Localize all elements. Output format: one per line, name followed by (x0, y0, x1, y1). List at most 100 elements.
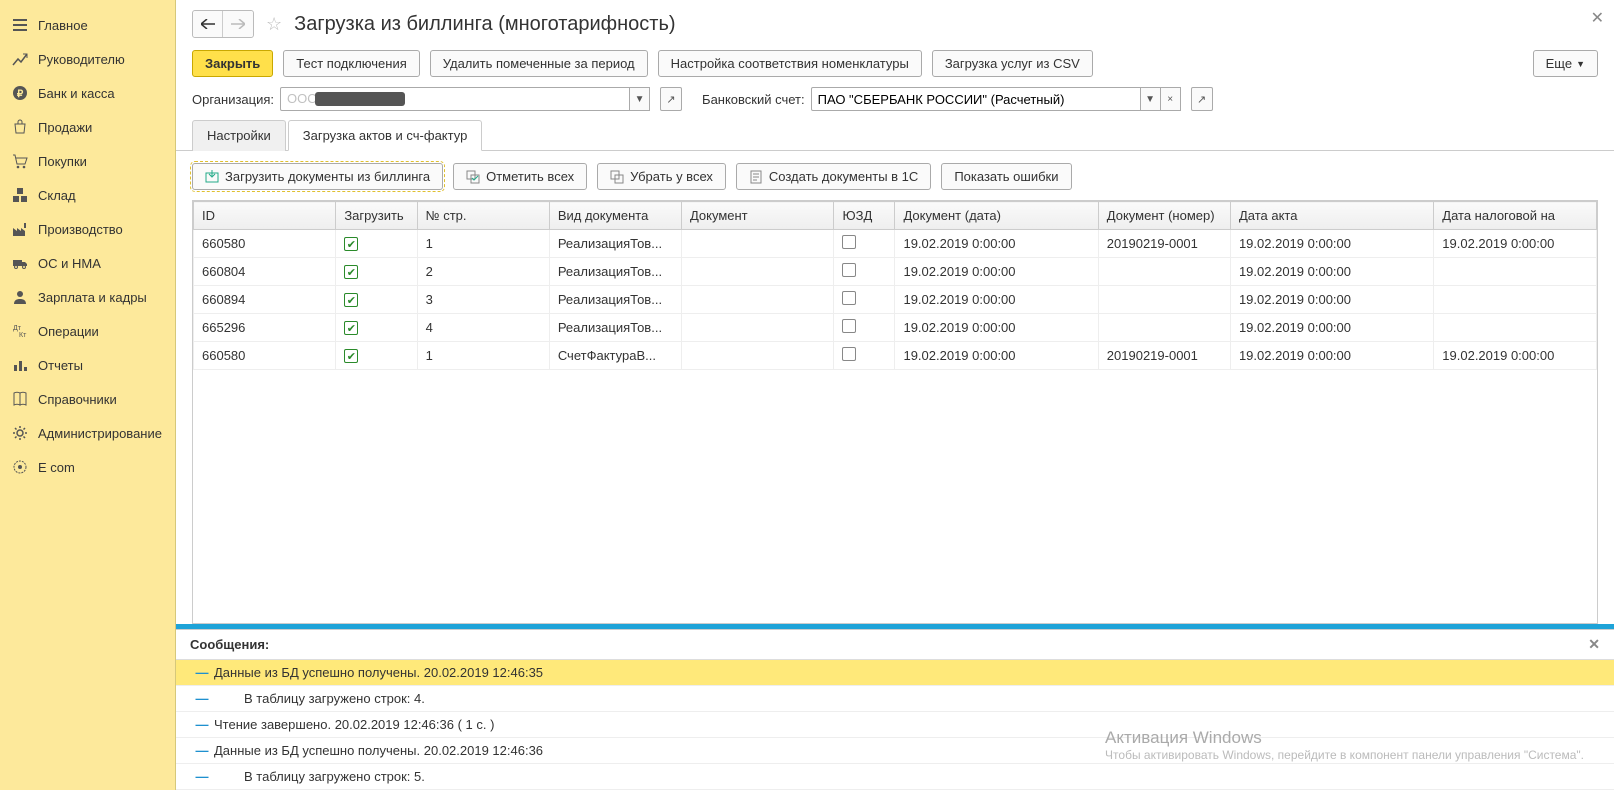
bank-input[interactable] (811, 87, 1141, 111)
load-csv-button[interactable]: Загрузка услуг из CSV (932, 50, 1093, 77)
messages-close-icon[interactable]: ✕ (1588, 636, 1600, 653)
bank-dropdown-button[interactable]: ▼ (1141, 87, 1161, 111)
column-header[interactable]: ID (194, 202, 336, 230)
tab-content: Загрузить документы из биллинга Отметить… (176, 151, 1614, 624)
sidebar-item-7[interactable]: ОС и НМА (0, 246, 175, 280)
message-row[interactable]: —В таблицу загружено строк: 4. (176, 686, 1614, 712)
data-grid[interactable]: IDЗагрузить№ стр.Вид документаДокументЮЗ… (192, 200, 1598, 624)
favorite-star-icon[interactable]: ☆ (266, 14, 282, 35)
uzd-checkbox[interactable] (842, 347, 856, 361)
nav-forward-button[interactable] (223, 11, 253, 37)
svg-text:Кт: Кт (19, 332, 27, 339)
sidebar-item-label: Зарплата и кадры (38, 290, 147, 305)
factory-icon (12, 221, 28, 237)
bank-label: Банковский счет: (702, 92, 805, 107)
load-checkbox[interactable] (344, 321, 358, 335)
column-header[interactable]: Документ (дата) (895, 202, 1098, 230)
sidebar-item-2[interactable]: ₽ Банк и касса (0, 76, 175, 110)
truck-icon (12, 255, 28, 271)
page-title: Загрузка из биллинга (многотарифность) (294, 13, 675, 36)
column-header[interactable]: Документ (номер) (1098, 202, 1230, 230)
load-checkbox[interactable] (344, 237, 358, 251)
svg-text:₽: ₽ (17, 89, 24, 100)
close-icon[interactable]: ✕ (1591, 8, 1604, 28)
message-text: Данные из БД успешно получены. 20.02.201… (214, 665, 543, 680)
check-all-icon (466, 170, 480, 184)
sidebar-item-9[interactable]: ДтКтОперации (0, 314, 175, 348)
menu-icon (12, 17, 28, 33)
book-icon (12, 391, 28, 407)
column-header[interactable]: Документ (681, 202, 834, 230)
sidebar-item-0[interactable]: Главное (0, 8, 175, 42)
sidebar-item-12[interactable]: Администрирование (0, 416, 175, 450)
sidebar-item-13[interactable]: E com (0, 450, 175, 484)
more-button[interactable]: Еще ▼ (1533, 50, 1598, 77)
delete-marked-button[interactable]: Удалить помеченные за период (430, 50, 648, 77)
message-bullet-icon: — (190, 769, 214, 784)
ecom-icon (12, 459, 28, 475)
sidebar-item-3[interactable]: Продажи (0, 110, 175, 144)
sidebar: ГлавноеРуководителю₽Банк и кассаПродажиП… (0, 0, 176, 790)
message-row[interactable]: —Данные из БД успешно получены. 20.02.20… (176, 738, 1614, 764)
load-from-billing-button[interactable]: Загрузить документы из биллинга (192, 163, 443, 190)
table-row[interactable]: 6605801СчетФактураВ...19.02.2019 0:00:00… (194, 342, 1597, 370)
message-bullet-icon: — (190, 691, 214, 706)
cart-icon (12, 153, 28, 169)
column-header[interactable]: Дата акта (1230, 202, 1433, 230)
nav-back-button[interactable] (193, 11, 223, 37)
sidebar-item-label: E com (38, 460, 75, 475)
tabs: Настройки Загрузка актов и сч-фактур (176, 119, 1614, 151)
tab-settings[interactable]: Настройки (192, 120, 286, 151)
column-header[interactable]: Загрузить (336, 202, 417, 230)
sidebar-item-11[interactable]: Справочники (0, 382, 175, 416)
uncheck-all-button[interactable]: Убрать у всех (597, 163, 726, 190)
table-row[interactable]: 6608042РеализацияТов...19.02.2019 0:00:0… (194, 258, 1597, 286)
bank-combo: ▼ × (811, 87, 1181, 111)
uzd-checkbox[interactable] (842, 263, 856, 277)
message-row[interactable]: —В таблицу загружено строк: 5. (176, 764, 1614, 790)
create-docs-button[interactable]: Создать документы в 1С (736, 163, 931, 190)
close-button[interactable]: Закрыть (192, 50, 273, 77)
check-all-button[interactable]: Отметить всех (453, 163, 587, 190)
sidebar-item-5[interactable]: Склад (0, 178, 175, 212)
org-open-button[interactable]: ↗ (660, 87, 682, 111)
sidebar-item-1[interactable]: Руководителю (0, 42, 175, 76)
column-header[interactable]: Дата налоговой на (1434, 202, 1597, 230)
messages-list[interactable]: —Данные из БД успешно получены. 20.02.20… (176, 659, 1614, 790)
org-input[interactable]: ООО (280, 87, 630, 111)
table-row[interactable]: 6652964РеализацияТов...19.02.2019 0:00:0… (194, 314, 1597, 342)
table-row[interactable]: 6605801РеализацияТов...19.02.2019 0:00:0… (194, 230, 1597, 258)
load-checkbox[interactable] (344, 349, 358, 363)
sidebar-item-6[interactable]: Производство (0, 212, 175, 246)
column-header[interactable]: ЮЗД (834, 202, 895, 230)
form-row: Организация: ООО ▼ ↗ Банковский счет: ▼ … (176, 87, 1614, 119)
message-row[interactable]: —Данные из БД успешно получены. 20.02.20… (176, 660, 1614, 686)
mapping-settings-button[interactable]: Настройка соответствия номенклатуры (658, 50, 922, 77)
tab-load[interactable]: Загрузка актов и сч-фактур (288, 120, 483, 151)
sidebar-item-10[interactable]: Отчеты (0, 348, 175, 382)
bank-clear-button[interactable]: × (1161, 87, 1181, 111)
uzd-checkbox[interactable] (842, 235, 856, 249)
table-row[interactable]: 6608943РеализацияТов...19.02.2019 0:00:0… (194, 286, 1597, 314)
dtkt-icon: ДтКт (12, 323, 28, 339)
uncheck-all-icon (610, 170, 624, 184)
sidebar-item-label: Банк и касса (38, 86, 115, 101)
nav-buttons (192, 10, 254, 38)
bag-icon (12, 119, 28, 135)
uzd-checkbox[interactable] (842, 291, 856, 305)
column-header[interactable]: Вид документа (549, 202, 681, 230)
load-checkbox[interactable] (344, 293, 358, 307)
column-header[interactable]: № стр. (417, 202, 549, 230)
bank-open-button[interactable]: ↗ (1191, 87, 1213, 111)
test-connection-button[interactable]: Тест подключения (283, 50, 419, 77)
org-dropdown-button[interactable]: ▼ (630, 87, 650, 111)
sidebar-item-4[interactable]: Покупки (0, 144, 175, 178)
show-errors-button[interactable]: Показать ошибки (941, 163, 1071, 190)
uzd-checkbox[interactable] (842, 319, 856, 333)
message-row[interactable]: —Чтение завершено. 20.02.2019 12:46:36 (… (176, 712, 1614, 738)
person-icon (12, 289, 28, 305)
load-checkbox[interactable] (344, 265, 358, 279)
chart-up-icon (12, 51, 28, 67)
sidebar-item-8[interactable]: Зарплата и кадры (0, 280, 175, 314)
bar-icon (12, 357, 28, 373)
